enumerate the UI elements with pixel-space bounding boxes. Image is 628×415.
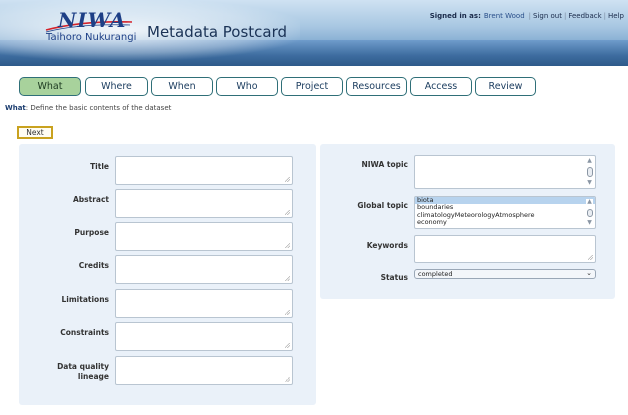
logo-subtext: Taihoro Nukurangi: [46, 32, 137, 43]
limitations-label: Limitations: [61, 295, 110, 304]
status-value: completed: [418, 270, 453, 278]
abstract-textarea[interactable]: [115, 189, 293, 218]
logo-wordmark: NIWA: [58, 8, 127, 32]
sign-out-link[interactable]: Sign out: [533, 12, 562, 20]
data-quality-label: Data quality lineage: [57, 362, 109, 382]
resize-grip-icon[interactable]: [285, 243, 290, 248]
credits-textarea[interactable]: [115, 255, 293, 284]
feedback-link[interactable]: Feedback: [568, 12, 601, 20]
niwa-topic-listbox[interactable]: ▲ ▼: [414, 155, 596, 189]
data-quality-label-line2: lineage: [77, 372, 109, 381]
help-link[interactable]: Help: [608, 12, 624, 20]
header-banner: NIWA Taihoro Nukurangi Metadata Postcard…: [0, 0, 628, 66]
scrollbar[interactable]: ▲ ▼: [586, 158, 593, 186]
status-select[interactable]: completed ⌄: [414, 269, 596, 279]
resize-grip-icon[interactable]: [285, 310, 290, 315]
tab-resources[interactable]: Resources: [346, 77, 407, 96]
scroll-up-icon[interactable]: ▲: [587, 199, 592, 205]
purpose-textarea[interactable]: [115, 222, 293, 251]
resize-grip-icon[interactable]: [285, 177, 290, 182]
global-topic-label: Global topic: [357, 201, 408, 210]
global-topic-listbox[interactable]: biota boundaries climatologyMeteorologyA…: [414, 196, 596, 229]
section-description-text: : Define the basic contents of the datas…: [25, 104, 172, 112]
constraints-textarea[interactable]: [115, 322, 293, 351]
section-description: What: Define the basic contents of the d…: [5, 104, 171, 112]
status-label: Status: [380, 273, 408, 282]
tab-review[interactable]: Review: [475, 77, 536, 96]
tab-who[interactable]: Who: [216, 77, 278, 96]
resize-grip-icon[interactable]: [285, 276, 290, 281]
constraints-label: Constraints: [60, 328, 109, 337]
resize-grip-icon[interactable]: [285, 210, 290, 215]
keywords-textarea[interactable]: [414, 235, 596, 263]
resize-grip-icon[interactable]: [588, 255, 593, 260]
tab-project[interactable]: Project: [281, 77, 343, 96]
user-name-link[interactable]: Brent Wood: [484, 12, 525, 20]
section-name: What: [5, 104, 26, 112]
topic-fields-panel: NIWA topic ▲ ▼ Global topic biota bounda…: [320, 144, 615, 299]
basic-fields-panel: Title Abstract Purpose Credits Limitatio…: [19, 144, 316, 405]
tab-where[interactable]: Where: [85, 77, 148, 96]
scroll-up-icon[interactable]: ▲: [587, 158, 592, 164]
niwa-topic-label: NIWA topic: [361, 160, 408, 169]
purpose-label: Purpose: [74, 228, 109, 237]
keywords-label: Keywords: [366, 241, 408, 250]
user-bar: Signed in as: Brent Wood | Sign out | Fe…: [430, 12, 624, 20]
resize-grip-icon[interactable]: [285, 377, 290, 382]
data-quality-label-line1: Data quality: [57, 362, 109, 371]
credits-label: Credits: [78, 261, 109, 270]
niwa-logo[interactable]: NIWA Taihoro Nukurangi: [34, 8, 137, 48]
tab-access[interactable]: Access: [410, 77, 472, 96]
data-quality-lineage-textarea[interactable]: [115, 356, 293, 385]
resize-grip-icon[interactable]: [285, 343, 290, 348]
limitations-textarea[interactable]: [115, 289, 293, 318]
scrollbar[interactable]: ▲ ▼: [586, 199, 593, 226]
divider: |: [528, 12, 531, 20]
next-button[interactable]: Next: [17, 126, 53, 139]
tab-when[interactable]: When: [151, 77, 213, 96]
abstract-label: Abstract: [72, 195, 109, 204]
scroll-down-icon[interactable]: ▼: [587, 220, 592, 226]
title-textarea[interactable]: [115, 156, 293, 185]
chevron-down-icon: ⌄: [586, 269, 592, 277]
tab-what[interactable]: What: [19, 77, 81, 96]
scroll-thumb[interactable]: [586, 208, 593, 217]
divider: |: [603, 12, 607, 20]
global-topic-option[interactable]: economy: [415, 218, 595, 226]
scroll-thumb[interactable]: [586, 167, 593, 177]
divider: |: [563, 12, 567, 20]
app-title: Metadata Postcard: [147, 23, 288, 41]
scroll-down-icon[interactable]: ▼: [587, 180, 592, 186]
title-label: Title: [90, 162, 109, 171]
signed-in-label: Signed in as:: [429, 12, 481, 20]
